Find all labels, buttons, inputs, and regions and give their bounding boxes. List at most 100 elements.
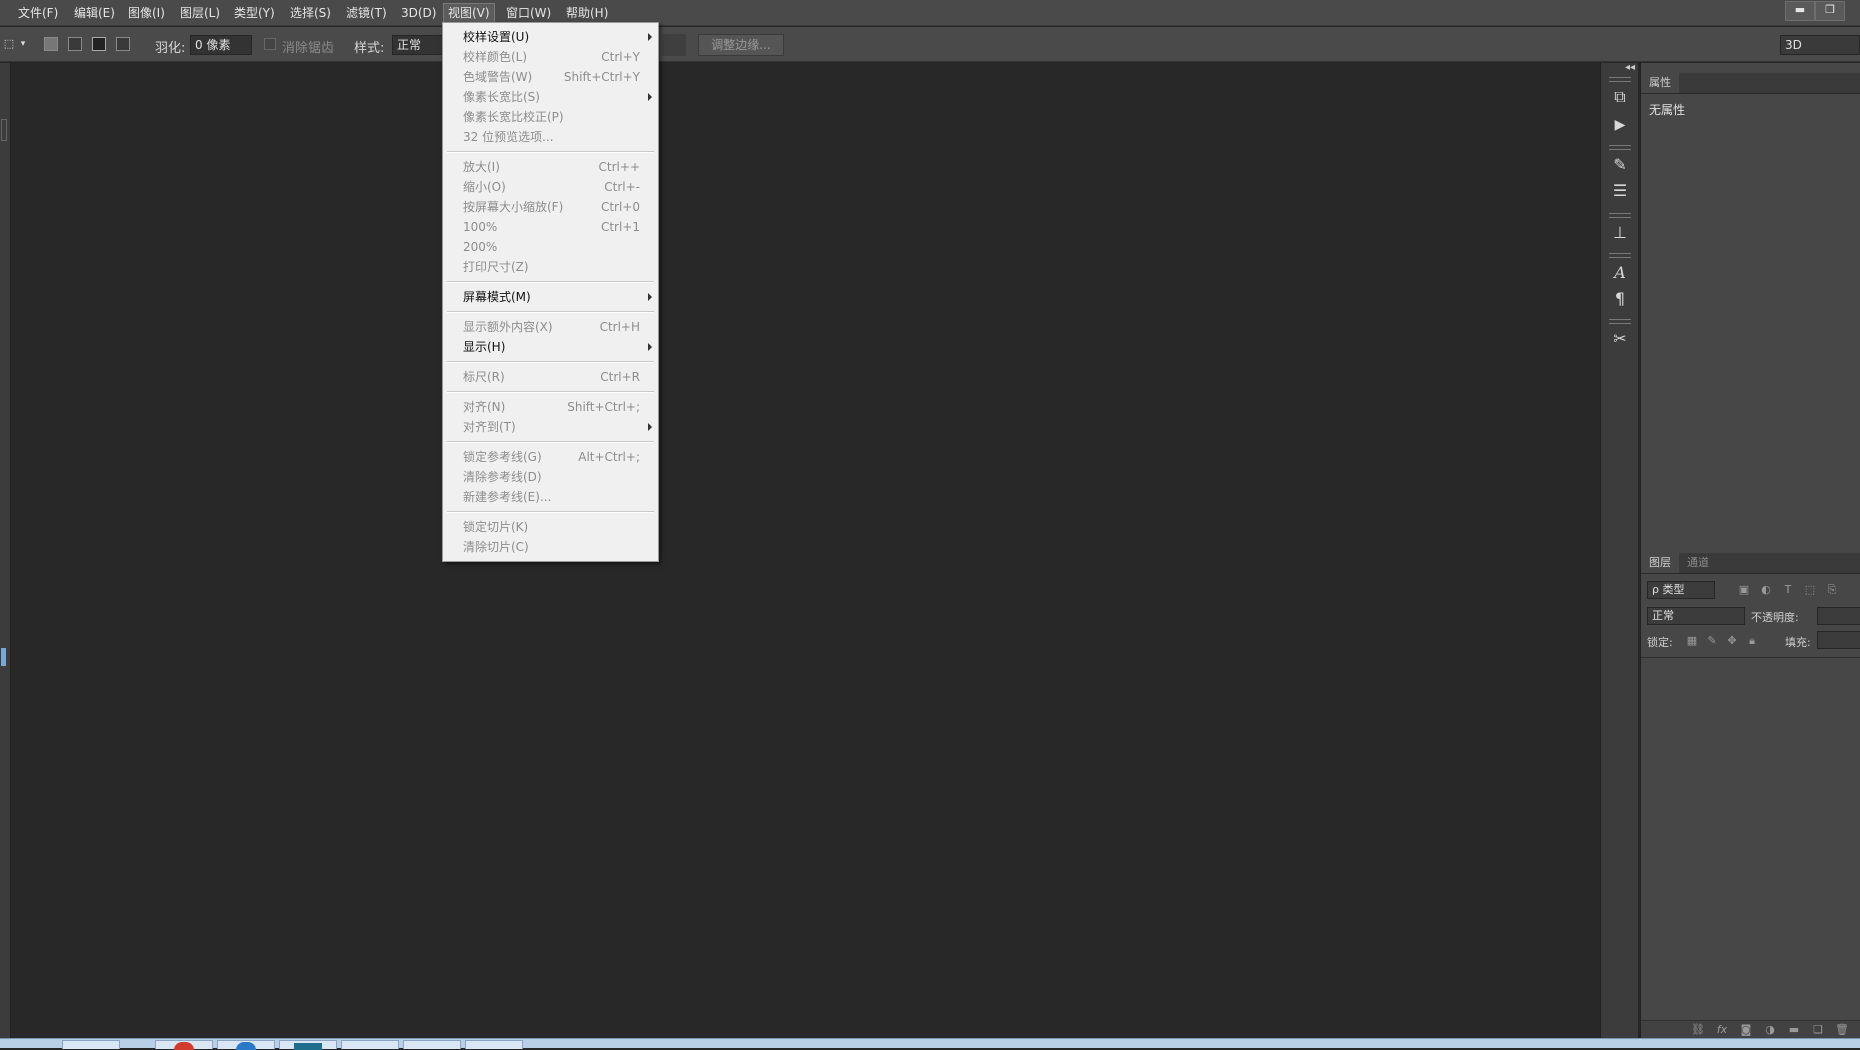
view-menu-item: 200% [443, 237, 658, 257]
view-menu-item-label: 显示额外内容(X) [463, 320, 553, 334]
tab-channels[interactable]: 通道 [1679, 553, 1717, 573]
menu-filter[interactable]: 滤镜(T) [342, 3, 391, 23]
subtract-from-selection-icon[interactable] [92, 37, 106, 51]
add-to-selection-icon[interactable] [68, 37, 82, 51]
menu-layer[interactable]: 图层(L) [176, 3, 224, 23]
lock-transparent-icon[interactable]: ▦ [1685, 634, 1699, 648]
lock-image-brush-icon[interactable]: ✎ [1705, 634, 1719, 648]
new-group-icon[interactable]: ▬ [1787, 1023, 1801, 1037]
view-menu-item: 对齐(N) Shift+Ctrl+; [443, 397, 658, 417]
view-menu-item-label: 屏幕模式(M) [463, 290, 531, 304]
filter-pixel-icon[interactable]: ▣ [1737, 583, 1751, 597]
view-menu-item: 显示额外内容(X) Ctrl+H [443, 317, 658, 337]
dock-grip[interactable] [1609, 145, 1631, 150]
filter-adjustment-icon[interactable]: ◐ [1759, 583, 1773, 597]
right-panels: 属性 无属性 图层 通道 ρ 类型 ▣ ◐ T ⬚ ⎘ 正常 不透明度: 锁定:… [1640, 63, 1860, 1038]
dock-grip[interactable] [1609, 213, 1631, 218]
lock-label: 锁定: [1647, 636, 1673, 649]
properties-panel-header: 属性 [1641, 73, 1860, 94]
view-menu-item-label: 按屏幕大小缩放(F) [463, 200, 564, 214]
menu-select[interactable]: 选择(S) [286, 3, 335, 23]
view-menu-item-label: 锁定参考线(G) [463, 450, 542, 464]
restore-button[interactable]: ❐ [1815, 1, 1845, 21]
feather-label: 羽化: [155, 41, 186, 56]
submenu-arrow-icon [648, 343, 652, 351]
menu-3d[interactable]: 3D(D) [397, 3, 440, 23]
tab-properties[interactable]: 属性 [1641, 73, 1679, 93]
submenu-arrow-icon [648, 423, 652, 431]
menu-separator [447, 441, 654, 443]
dock-grip[interactable] [1609, 319, 1631, 324]
view-menu-item-label: 新建参考线(E)... [463, 490, 552, 504]
antialias-checkbox[interactable] [264, 38, 276, 50]
view-menu-item-label: 放大(I) [463, 160, 500, 174]
fx-icon[interactable]: fx [1715, 1023, 1729, 1037]
actions-play-icon[interactable]: ▶ [1610, 115, 1630, 135]
dock-grip[interactable] [1609, 253, 1631, 258]
view-menu-item-label: 校样设置(U) [463, 30, 530, 44]
clone-source-icon[interactable]: ⊥ [1610, 223, 1630, 243]
new-layer-icon[interactable]: ❑ [1811, 1023, 1825, 1037]
menu-help[interactable]: 帮助(H) [562, 3, 612, 23]
view-menu-item-shortcut: Ctrl+1 [600, 220, 640, 234]
tool-slot[interactable] [1, 119, 7, 141]
minimize-button[interactable]: ▬ [1785, 1, 1815, 21]
dock-grip[interactable] [1609, 77, 1631, 82]
fill-input[interactable] [1817, 631, 1860, 649]
lock-position-icon[interactable]: ✥ [1725, 634, 1739, 648]
menu-window[interactable]: 窗口(W) [502, 3, 555, 23]
view-menu-item-label: 像素长宽比校正(P) [463, 110, 564, 124]
view-menu-item: 清除参考线(D) [443, 467, 658, 487]
foreground-color-swatch[interactable] [1, 648, 6, 666]
view-menu-item-shortcut: Ctrl+- [604, 180, 640, 194]
collapse-dock-icon[interactable]: ◂◂ [1625, 62, 1635, 73]
blend-mode-select[interactable]: 正常 [1647, 607, 1745, 625]
view-menu-item-label: 32 位预览选项... [463, 130, 554, 144]
brush-presets-icon[interactable]: ✎ [1610, 155, 1630, 175]
lock-all-icon[interactable]: 🔒︎ [1745, 634, 1759, 648]
view-menu-item[interactable]: 校样设置(U) [443, 27, 658, 47]
new-adjustment-layer-icon[interactable]: ◑ [1763, 1023, 1777, 1037]
menu-file[interactable]: 文件(F) [14, 3, 62, 23]
view-menu-item: 打印尺寸(Z) [443, 257, 658, 277]
view-menu-item: 清除切片(C) [443, 537, 658, 557]
marquee-tool-preset-icon[interactable]: ⬚ [2, 37, 16, 51]
filter-type-icon[interactable]: T [1781, 583, 1795, 597]
add-mask-icon[interactable]: ◙ [1739, 1023, 1753, 1037]
view-menu-dropdown: 校样设置(U) 校样颜色(L) Ctrl+Y 色域警告(W) Shift+Ctrl+Y 像… [442, 22, 659, 562]
view-menu-item-shortcut: Alt+Ctrl+; [578, 450, 640, 464]
opacity-input[interactable] [1817, 607, 1860, 625]
adjustments-sliders-icon[interactable]: ☰ [1610, 181, 1630, 201]
layer-filter-select[interactable]: ρ 类型 [1647, 581, 1715, 599]
view-menu-item[interactable]: 屏幕模式(M) [443, 287, 658, 307]
view-menu-item[interactable]: 显示(H) [443, 337, 658, 357]
tab-layers[interactable]: 图层 [1641, 553, 1679, 573]
view-menu-item-label: 锁定切片(K) [463, 520, 529, 534]
view-menu-item: 色域警告(W) Shift+Ctrl+Y [443, 67, 658, 87]
chevron-down-icon[interactable]: ▾ [16, 37, 30, 51]
delete-layer-icon[interactable]: 🗑︎ [1835, 1023, 1849, 1037]
filter-smart-object-icon[interactable]: ⎘ [1825, 583, 1839, 597]
paragraph-icon[interactable]: ¶ [1610, 289, 1630, 309]
height-input[interactable] [662, 34, 686, 56]
new-selection-icon[interactable] [44, 37, 58, 51]
document-canvas-area[interactable] [11, 63, 1600, 1038]
workspace-select[interactable]: 3D [1780, 35, 1860, 55]
intersect-selection-icon[interactable] [116, 37, 130, 51]
menu-separator [447, 361, 654, 363]
refine-edge-button[interactable]: 调整边缘... [698, 34, 784, 56]
character-icon[interactable]: A [1610, 263, 1630, 283]
options-bar: ⬚ ▾ 羽化: 0 像素 消除锯齿 样式: 正常 调整边缘... 3D [0, 27, 1860, 62]
menu-edit[interactable]: 编辑(E) [70, 3, 119, 23]
history-icon[interactable]: ⧉ [1610, 87, 1630, 107]
filter-shape-icon[interactable]: ⬚ [1803, 583, 1817, 597]
link-layers-icon[interactable]: ⛓ [1691, 1023, 1705, 1037]
menu-separator [447, 151, 654, 153]
menu-type[interactable]: 类型(Y) [230, 3, 279, 23]
menu-image[interactable]: 图像(I) [124, 3, 169, 23]
menu-separator [447, 391, 654, 393]
tool-presets-icon[interactable]: ✂ [1610, 329, 1630, 349]
view-menu-item: 锁定切片(K) [443, 517, 658, 537]
feather-input[interactable]: 0 像素 [190, 35, 252, 55]
properties-content: 无属性 [1649, 103, 1686, 117]
